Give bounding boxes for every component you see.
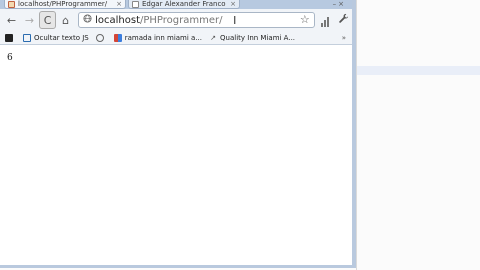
address-bar[interactable]: localhost/PHProgrammer/ I ☆: [78, 12, 315, 28]
back-button[interactable]: ←: [3, 11, 20, 29]
globe-icon: [95, 33, 104, 42]
bookmark-app[interactable]: [5, 33, 16, 42]
arrow-icon: ↗: [210, 33, 216, 42]
minimize-icon[interactable]: –: [333, 0, 337, 8]
page-viewport: 6: [0, 45, 352, 265]
forward-arrow-icon: →: [24, 13, 35, 27]
background-highlight-band: [356, 66, 480, 75]
google-icon: [113, 33, 122, 42]
tab-close-icon[interactable]: ×: [230, 0, 236, 8]
bookmark-label: Ocultar texto JS: [34, 33, 89, 42]
navigation-toolbar: ← → C ⌂ localhost/PHProgrammer/ I ☆: [0, 9, 352, 31]
url-path: /PHProgrammer/: [140, 14, 223, 26]
reload-button[interactable]: C: [39, 11, 57, 29]
app-icon: [5, 33, 13, 42]
forward-button[interactable]: →: [21, 11, 38, 29]
bookmark-star-icon[interactable]: ☆: [300, 13, 310, 27]
text-cursor-icon: I: [233, 14, 237, 27]
page-info-icon: [83, 14, 92, 26]
url-host: localhost: [95, 14, 140, 26]
tab-favicon-icon: [132, 0, 139, 8]
reload-icon: C: [43, 13, 52, 27]
bookmark-globe[interactable]: [95, 33, 107, 42]
tab-close-icon[interactable]: ×: [116, 0, 122, 8]
bookmark-quality-inn[interactable]: ↗ Quality Inn Miami A...: [209, 34, 295, 42]
home-button[interactable]: ⌂: [57, 11, 74, 29]
page-icon: [23, 33, 31, 42]
tab-edgar[interactable]: Edgar Alexander Franco ×: [128, 0, 240, 9]
tab-strip: localhost/PHProgrammer/ × Edgar Alexande…: [0, 0, 352, 9]
close-window-icon[interactable]: ×: [338, 0, 344, 8]
bookmark-ramada[interactable]: ramada inn miami a...: [113, 33, 203, 42]
tab-label: localhost/PHProgrammer/: [18, 0, 108, 8]
signal-bars-icon[interactable]: [320, 13, 332, 27]
browser-window: localhost/PHProgrammer/ × Edgar Alexande…: [0, 0, 356, 268]
page-output-text: 6: [7, 53, 13, 63]
tab-favicon-icon: [8, 0, 15, 8]
back-arrow-icon: ←: [6, 13, 17, 27]
tab-label: Edgar Alexander Franco: [142, 0, 226, 8]
home-icon: ⌂: [62, 13, 70, 27]
bookmark-label: Quality Inn Miami A...: [220, 33, 296, 42]
window-controls: – ×: [333, 0, 344, 8]
bookmark-label: ramada inn miami a...: [124, 33, 203, 42]
tab-localhost[interactable]: localhost/PHProgrammer/ ×: [4, 0, 126, 9]
wrench-menu-icon[interactable]: [338, 13, 349, 27]
bookmark-ocultar-texto[interactable]: Ocultar texto JS: [23, 33, 89, 42]
background-divider: [356, 0, 357, 270]
bookmarks-more-icon[interactable]: »: [342, 34, 346, 42]
bookmarks-bar: Ocultar texto JS ramada inn miami a... ↗…: [0, 31, 352, 45]
